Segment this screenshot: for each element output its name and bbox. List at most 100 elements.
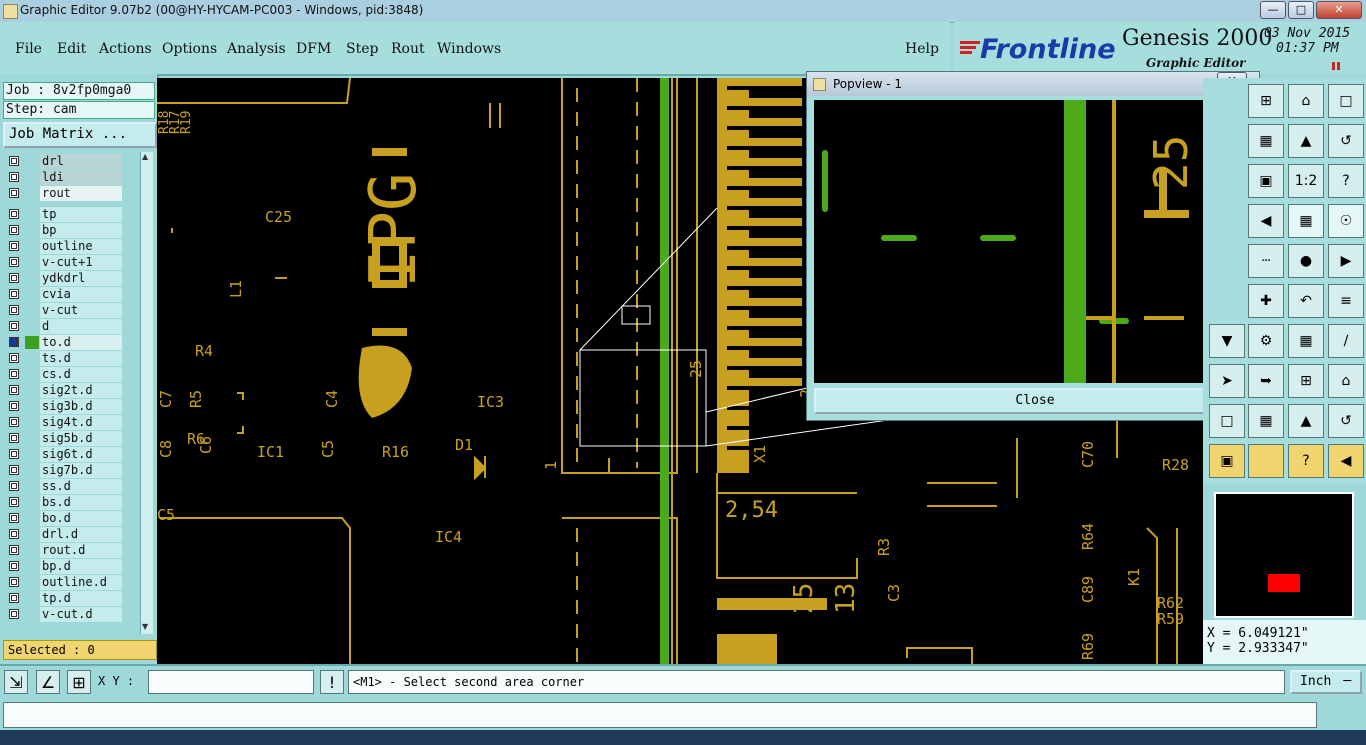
- layer-row[interactable]: sig4t.d: [6, 415, 124, 430]
- layer-row[interactable]: outline: [6, 239, 124, 254]
- menu-windows[interactable]: Windows: [437, 41, 501, 57]
- layer-checkbox[interactable]: [9, 353, 19, 363]
- layer-row[interactable]: sig3b.d: [6, 399, 124, 414]
- popview-close-button[interactable]: Close: [814, 388, 1256, 414]
- pan-left-icon[interactable]: ◀: [1248, 204, 1284, 238]
- menu-actions[interactable]: Actions: [99, 41, 152, 57]
- layer-scrollbar[interactable]: ▲ ▼: [140, 152, 153, 634]
- layer-row[interactable]: bp.d: [6, 559, 124, 574]
- pan-left-icon[interactable]: ◀: [1328, 444, 1364, 478]
- menu-edit[interactable]: Edit: [57, 41, 86, 57]
- scroll-down-icon[interactable]: ▼: [142, 622, 148, 631]
- layer-checkbox[interactable]: [9, 257, 19, 267]
- home-icon[interactable]: ⌂: [1288, 84, 1324, 118]
- layer-row[interactable]: v-cut.d: [6, 607, 124, 622]
- layer-row[interactable]: rout.d: [6, 543, 124, 558]
- maximize-button[interactable]: □: [1288, 1, 1314, 19]
- layer-row[interactable]: to.d: [6, 335, 124, 350]
- zoom-in-icon[interactable]: ⊞: [1288, 364, 1324, 398]
- layer-checkbox[interactable]: [9, 401, 19, 411]
- layer-checkbox[interactable]: [9, 593, 19, 603]
- layer-checkbox[interactable]: [9, 188, 19, 198]
- popview-canvas[interactable]: 25: [814, 100, 1217, 383]
- layer-row[interactable]: ts.d: [6, 351, 124, 366]
- zoom-box-icon[interactable]: ▦: [1248, 124, 1284, 158]
- job-matrix-button[interactable]: Job Matrix ...: [3, 122, 157, 148]
- window-icon[interactable]: □: [1209, 404, 1245, 438]
- zoom-box-icon[interactable]: ▦: [1248, 404, 1284, 438]
- net-icon[interactable]: ☉: [1328, 204, 1364, 238]
- pointer-icon[interactable]: ➤: [1209, 364, 1245, 398]
- layer-row[interactable]: v-cut: [6, 303, 124, 318]
- layer-row[interactable]: drl: [6, 154, 124, 169]
- units-select[interactable]: Inch ─: [1290, 670, 1362, 694]
- layer-row[interactable]: rout: [6, 186, 124, 201]
- layer-checkbox[interactable]: [9, 481, 19, 491]
- text-icon[interactable]: ≡: [1328, 284, 1364, 318]
- layer-checkbox[interactable]: [9, 529, 19, 539]
- layer-row[interactable]: d: [6, 319, 124, 334]
- arc-icon[interactable]: ↶: [1288, 284, 1324, 318]
- layer-row[interactable]: v-cut+1: [6, 255, 124, 270]
- layer-checkbox[interactable]: [9, 433, 19, 443]
- menu-step[interactable]: Step: [346, 41, 378, 57]
- line-icon[interactable]: ∕: [1328, 324, 1364, 358]
- layer-checkbox[interactable]: [9, 609, 19, 619]
- menu-analysis[interactable]: Analysis: [227, 41, 286, 57]
- fit-icon[interactable]: ▣: [1248, 164, 1284, 198]
- layer-checkbox[interactable]: [9, 337, 19, 347]
- menu-dfm[interactable]: DFM: [296, 41, 331, 57]
- menu-options[interactable]: Options: [162, 41, 217, 57]
- angle-icon[interactable]: ∠: [36, 670, 60, 694]
- layer-checkbox[interactable]: [9, 172, 19, 182]
- layer-checkbox[interactable]: [9, 156, 19, 166]
- overview-map[interactable]: [1214, 492, 1354, 618]
- layer-row[interactable]: drl.d: [6, 527, 124, 542]
- layer-row[interactable]: tp: [6, 207, 124, 222]
- scale-icon[interactable]: [1248, 444, 1284, 478]
- measure-icon[interactable]: ┄: [1248, 244, 1284, 278]
- snap-icon[interactable]: ✚: [1248, 284, 1284, 318]
- pan-up-icon[interactable]: ▲: [1288, 124, 1324, 158]
- layers-icon[interactable]: ▦: [1288, 324, 1324, 358]
- layer-row[interactable]: bs.d: [6, 495, 124, 510]
- pad-icon[interactable]: ●: [1288, 244, 1324, 278]
- layer-row[interactable]: cvia: [6, 287, 124, 302]
- grid-snap-icon[interactable]: ⊞: [67, 670, 91, 694]
- menu-file[interactable]: File: [15, 41, 42, 57]
- layer-checkbox[interactable]: [9, 449, 19, 459]
- layer-checkbox[interactable]: [9, 561, 19, 571]
- layer-row[interactable]: ldi: [6, 170, 124, 185]
- window-icon[interactable]: □: [1328, 84, 1364, 118]
- layer-checkbox[interactable]: [9, 513, 19, 523]
- pan-right-icon[interactable]: ▶: [1328, 244, 1364, 278]
- layer-checkbox[interactable]: [9, 369, 19, 379]
- layer-checkbox[interactable]: [9, 225, 19, 235]
- fit-icon[interactable]: ▣: [1209, 444, 1245, 478]
- select-icon[interactable]: ➥: [1248, 364, 1284, 398]
- layer-row[interactable]: outline.d: [6, 575, 124, 590]
- scroll-up-icon[interactable]: ▲: [142, 152, 148, 161]
- layer-row[interactable]: bp: [6, 223, 124, 238]
- layer-row[interactable]: ss.d: [6, 479, 124, 494]
- layer-row[interactable]: cs.d: [6, 367, 124, 382]
- layer-row[interactable]: tp.d: [6, 591, 124, 606]
- layer-checkbox[interactable]: [9, 497, 19, 507]
- redraw-icon[interactable]: ↺: [1328, 404, 1364, 438]
- menu-rout[interactable]: Rout: [391, 41, 425, 57]
- layer-row[interactable]: sig5b.d: [6, 431, 124, 446]
- layer-checkbox[interactable]: [9, 273, 19, 283]
- grid-icon[interactable]: ▦: [1288, 204, 1324, 238]
- pan-down-icon[interactable]: ▼: [1209, 324, 1245, 358]
- zoom-in-icon[interactable]: ⊞: [1248, 84, 1284, 118]
- close-window-button[interactable]: ✕: [1316, 1, 1362, 19]
- menu-help[interactable]: Help: [905, 41, 939, 57]
- scale-icon[interactable]: 1:2: [1288, 164, 1324, 198]
- layer-checkbox[interactable]: [9, 465, 19, 475]
- layer-checkbox[interactable]: [9, 385, 19, 395]
- layer-checkbox[interactable]: [9, 577, 19, 587]
- properties-icon[interactable]: ⚙: [1248, 324, 1284, 358]
- snap-icon[interactable]: ⇲: [4, 670, 28, 694]
- pan-up-icon[interactable]: ▲: [1288, 404, 1324, 438]
- layer-checkbox[interactable]: [9, 289, 19, 299]
